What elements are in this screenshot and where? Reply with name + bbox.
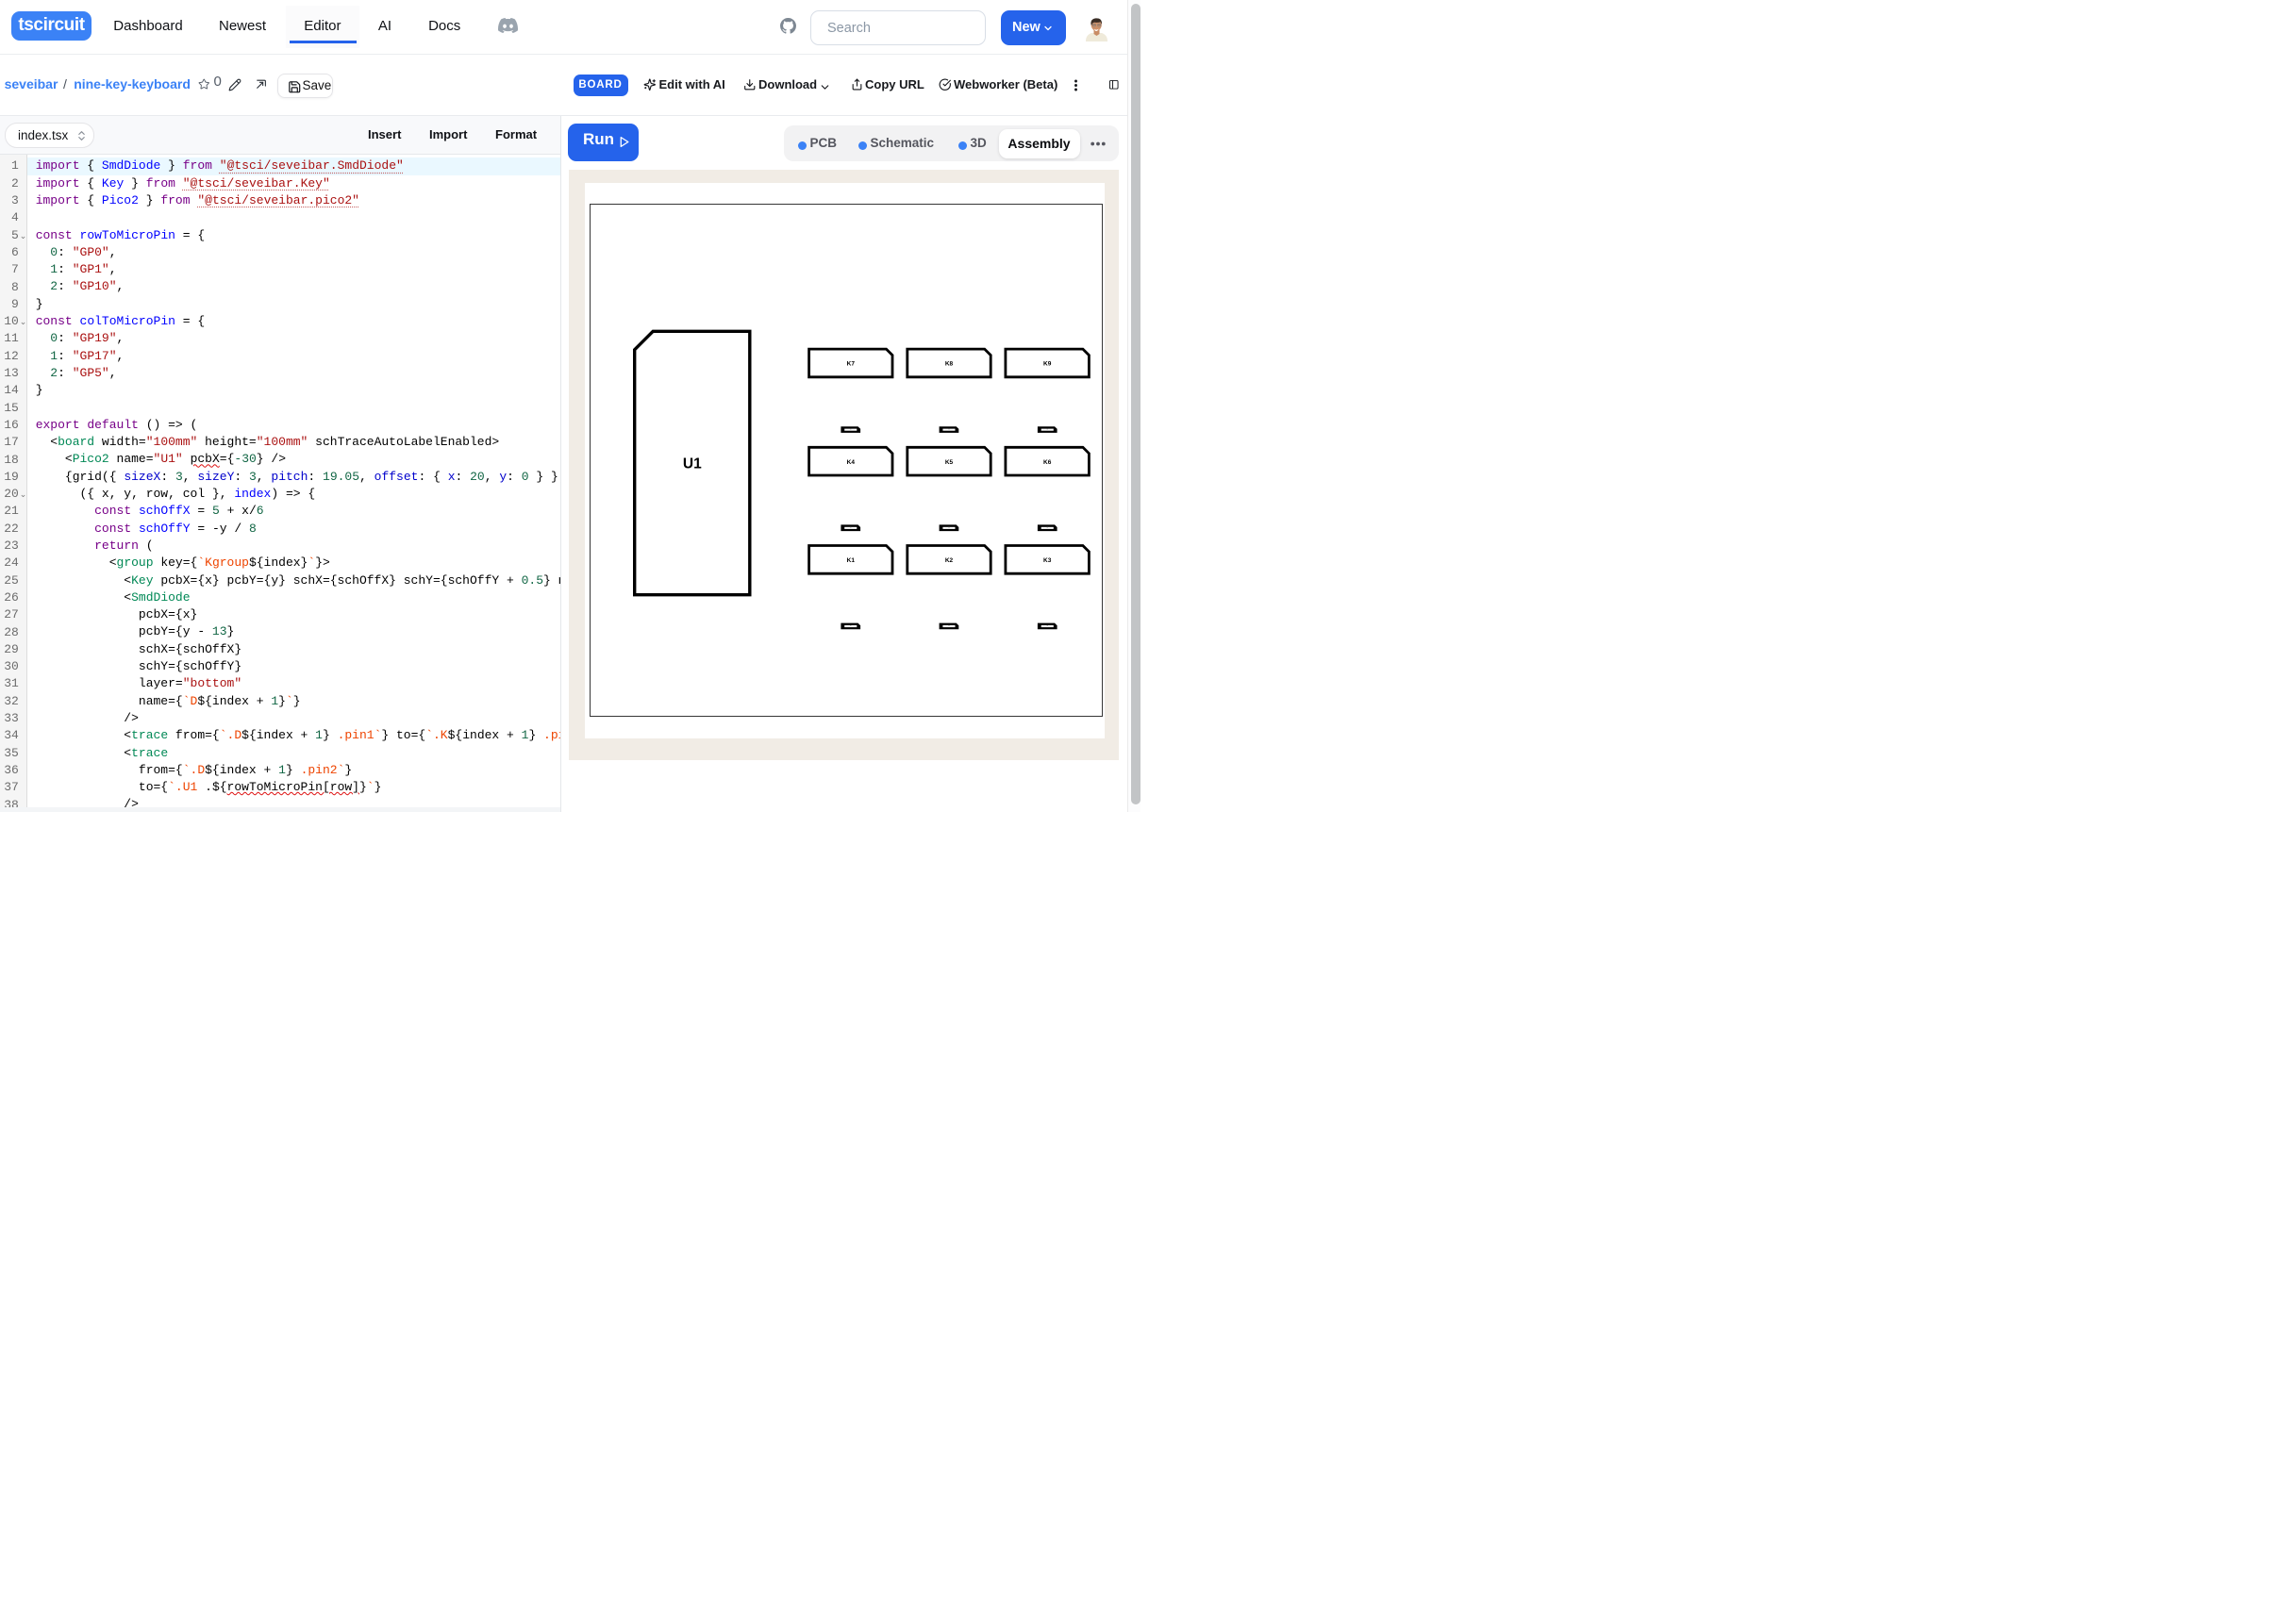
svg-text:K2: K2 (945, 557, 954, 564)
svg-text:K1: K1 (847, 557, 856, 564)
svg-text:K9: K9 (1043, 361, 1052, 368)
svg-text:K7: K7 (847, 361, 856, 368)
svg-text:K4: K4 (847, 459, 856, 466)
svg-text:K8: K8 (945, 361, 954, 368)
svg-text:K6: K6 (1043, 459, 1052, 466)
svg-text:K3: K3 (1043, 557, 1052, 564)
svg-text:K5: K5 (945, 459, 954, 466)
svg-text:U1: U1 (683, 456, 702, 472)
